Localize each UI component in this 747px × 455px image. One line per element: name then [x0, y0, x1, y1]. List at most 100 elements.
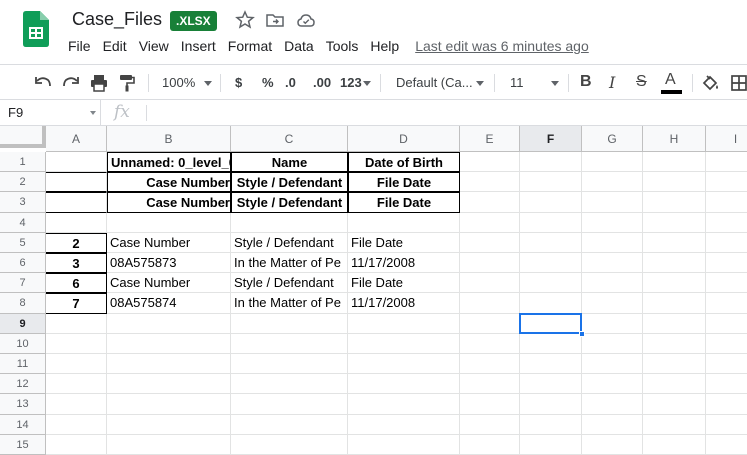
column-header-g[interactable]: G	[582, 126, 643, 152]
row-header-12[interactable]: 12	[0, 374, 46, 395]
zoom-select[interactable]: 100%	[162, 75, 195, 90]
font-size-chevron-down-icon[interactable]	[551, 81, 559, 86]
cell-f13[interactable]	[520, 394, 582, 415]
cell-h4[interactable]	[643, 212, 706, 233]
menu-file[interactable]: File	[62, 36, 97, 56]
cell-a10[interactable]	[46, 333, 107, 354]
name-box[interactable]: F9	[0, 100, 101, 125]
column-header-f[interactable]: F	[520, 126, 582, 152]
cell-e13[interactable]	[460, 394, 520, 415]
cell-c12[interactable]	[231, 374, 348, 395]
cell-e14[interactable]	[460, 414, 520, 435]
cell-f2[interactable]	[520, 172, 582, 193]
row-header-14[interactable]: 14	[0, 414, 46, 435]
cell-g8[interactable]	[582, 293, 643, 314]
cell-h15[interactable]	[643, 434, 706, 455]
cell-g4[interactable]	[582, 212, 643, 233]
cell-f14[interactable]	[520, 414, 582, 435]
bold-button[interactable]: B	[580, 73, 592, 91]
cell-g12[interactable]	[582, 374, 643, 395]
cell-i1[interactable]	[706, 152, 747, 173]
cell-c1[interactable]: Name	[231, 152, 348, 173]
cell-h9[interactable]	[643, 313, 706, 334]
number-format-select[interactable]: 123	[340, 75, 362, 90]
cell-b4[interactable]	[107, 212, 231, 233]
move-folder-icon[interactable]	[265, 10, 285, 30]
row-header-3[interactable]: 3	[0, 192, 46, 213]
cell-c4[interactable]	[231, 212, 348, 233]
menu-view[interactable]: View	[133, 36, 175, 56]
cell-b10[interactable]	[107, 333, 231, 354]
text-color-button[interactable]: A	[665, 71, 676, 89]
cell-f11[interactable]	[520, 354, 582, 375]
italic-button[interactable]: I	[609, 73, 615, 92]
cell-a6[interactable]: 3	[46, 253, 107, 274]
cell-b8[interactable]: 08A575874	[107, 293, 231, 314]
menu-edit[interactable]: Edit	[97, 36, 133, 56]
cell-h12[interactable]	[643, 374, 706, 395]
cell-i4[interactable]	[706, 213, 747, 233]
cell-i9[interactable]	[706, 314, 747, 334]
cell-h6[interactable]	[643, 253, 706, 274]
cell-b12[interactable]	[107, 374, 231, 395]
cell-i12[interactable]	[706, 374, 747, 395]
cell-e3[interactable]	[460, 192, 520, 213]
cell-a5[interactable]: 2	[46, 232, 107, 253]
cell-i13[interactable]	[706, 394, 747, 415]
cell-i14[interactable]	[706, 415, 747, 435]
cell-f3[interactable]	[520, 192, 582, 213]
cell-d3[interactable]: File Date	[348, 192, 460, 213]
decrease-decimal-button[interactable]: .0	[285, 75, 296, 90]
font-family-chevron-down-icon[interactable]	[476, 81, 484, 86]
cell-i6[interactable]	[706, 253, 747, 274]
row-header-11[interactable]: 11	[0, 354, 46, 375]
number-format-chevron-down-icon[interactable]	[363, 81, 371, 86]
cell-e11[interactable]	[460, 354, 520, 375]
increase-decimal-button[interactable]: .00	[313, 75, 331, 90]
cell-a2[interactable]	[46, 172, 107, 193]
cell-c15[interactable]	[231, 434, 348, 455]
cell-f10[interactable]	[520, 333, 582, 354]
zoom-chevron-down-icon[interactable]	[204, 81, 212, 86]
menu-data[interactable]: Data	[278, 36, 320, 56]
formula-input[interactable]	[152, 100, 747, 125]
cell-f7[interactable]	[520, 273, 582, 294]
row-header-15[interactable]: 15	[0, 434, 46, 455]
cell-a7[interactable]: 6	[46, 273, 107, 294]
cell-e6[interactable]	[460, 253, 520, 274]
row-header-13[interactable]: 13	[0, 394, 46, 415]
cell-h10[interactable]	[643, 333, 706, 354]
cell-c6[interactable]: In the Matter of Pe	[231, 253, 348, 274]
cell-b7[interactable]: Case Number	[107, 273, 231, 294]
menu-tools[interactable]: Tools	[320, 36, 365, 56]
cell-e9[interactable]	[460, 313, 520, 334]
fill-color-icon[interactable]	[700, 73, 720, 93]
strikethrough-button[interactable]: S	[636, 73, 647, 91]
cell-b15[interactable]	[107, 434, 231, 455]
cell-h8[interactable]	[643, 293, 706, 314]
font-size-select[interactable]: 11	[510, 75, 524, 90]
column-header-e[interactable]: E	[460, 126, 520, 152]
cell-f4[interactable]	[520, 212, 582, 233]
sheets-logo-icon[interactable]	[23, 11, 49, 47]
cell-i3[interactable]	[706, 192, 747, 213]
cell-f5[interactable]	[520, 232, 582, 253]
cell-b13[interactable]	[107, 394, 231, 415]
cell-a9[interactable]	[46, 313, 107, 334]
menu-help[interactable]: Help	[364, 36, 405, 56]
column-header-h[interactable]: H	[643, 126, 706, 152]
cell-c11[interactable]	[231, 354, 348, 375]
cell-g3[interactable]	[582, 192, 643, 213]
cell-f1[interactable]	[520, 152, 582, 173]
cell-c9[interactable]	[231, 313, 348, 334]
cell-b2[interactable]: Case Number	[107, 172, 231, 193]
cell-f6[interactable]	[520, 253, 582, 274]
cell-d14[interactable]	[348, 414, 460, 435]
cell-g2[interactable]	[582, 172, 643, 193]
menu-format[interactable]: Format	[222, 36, 278, 56]
cell-g5[interactable]	[582, 232, 643, 253]
cell-h13[interactable]	[643, 394, 706, 415]
cell-d1[interactable]: Date of Birth	[348, 152, 460, 173]
cell-d11[interactable]	[348, 354, 460, 375]
cell-h11[interactable]	[643, 354, 706, 375]
